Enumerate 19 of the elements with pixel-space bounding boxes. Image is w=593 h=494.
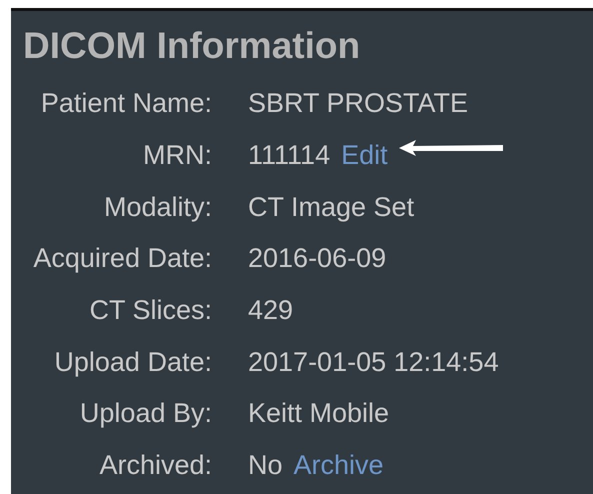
panel-title: DICOM Information xyxy=(23,24,362,68)
field-label: Acquired Date: xyxy=(32,242,212,276)
field-value: Keitt Mobile xyxy=(248,398,390,430)
field-label: Modality: xyxy=(102,190,212,224)
field-value: SBRT PROSTATE xyxy=(248,88,468,120)
action-link[interactable]: Edit xyxy=(341,140,388,172)
field-label: Upload Date: xyxy=(53,346,212,379)
field-value: No xyxy=(248,450,283,482)
field-label: MRN: xyxy=(142,139,212,172)
field-value: 2017-01-05 12:14:54 xyxy=(248,346,499,378)
field-label: Archived: xyxy=(98,449,212,482)
field-value: 429 xyxy=(248,295,294,326)
field-value: 111114 xyxy=(248,140,330,172)
field-value: CT Image Set xyxy=(248,192,414,223)
field-label: Patient Name: xyxy=(40,87,212,120)
field-label: CT Slices: xyxy=(88,294,212,328)
field-label: Upload By: xyxy=(78,397,212,430)
action-link[interactable]: Archive xyxy=(294,450,384,482)
field-value: 2016-06-09 xyxy=(248,243,386,274)
